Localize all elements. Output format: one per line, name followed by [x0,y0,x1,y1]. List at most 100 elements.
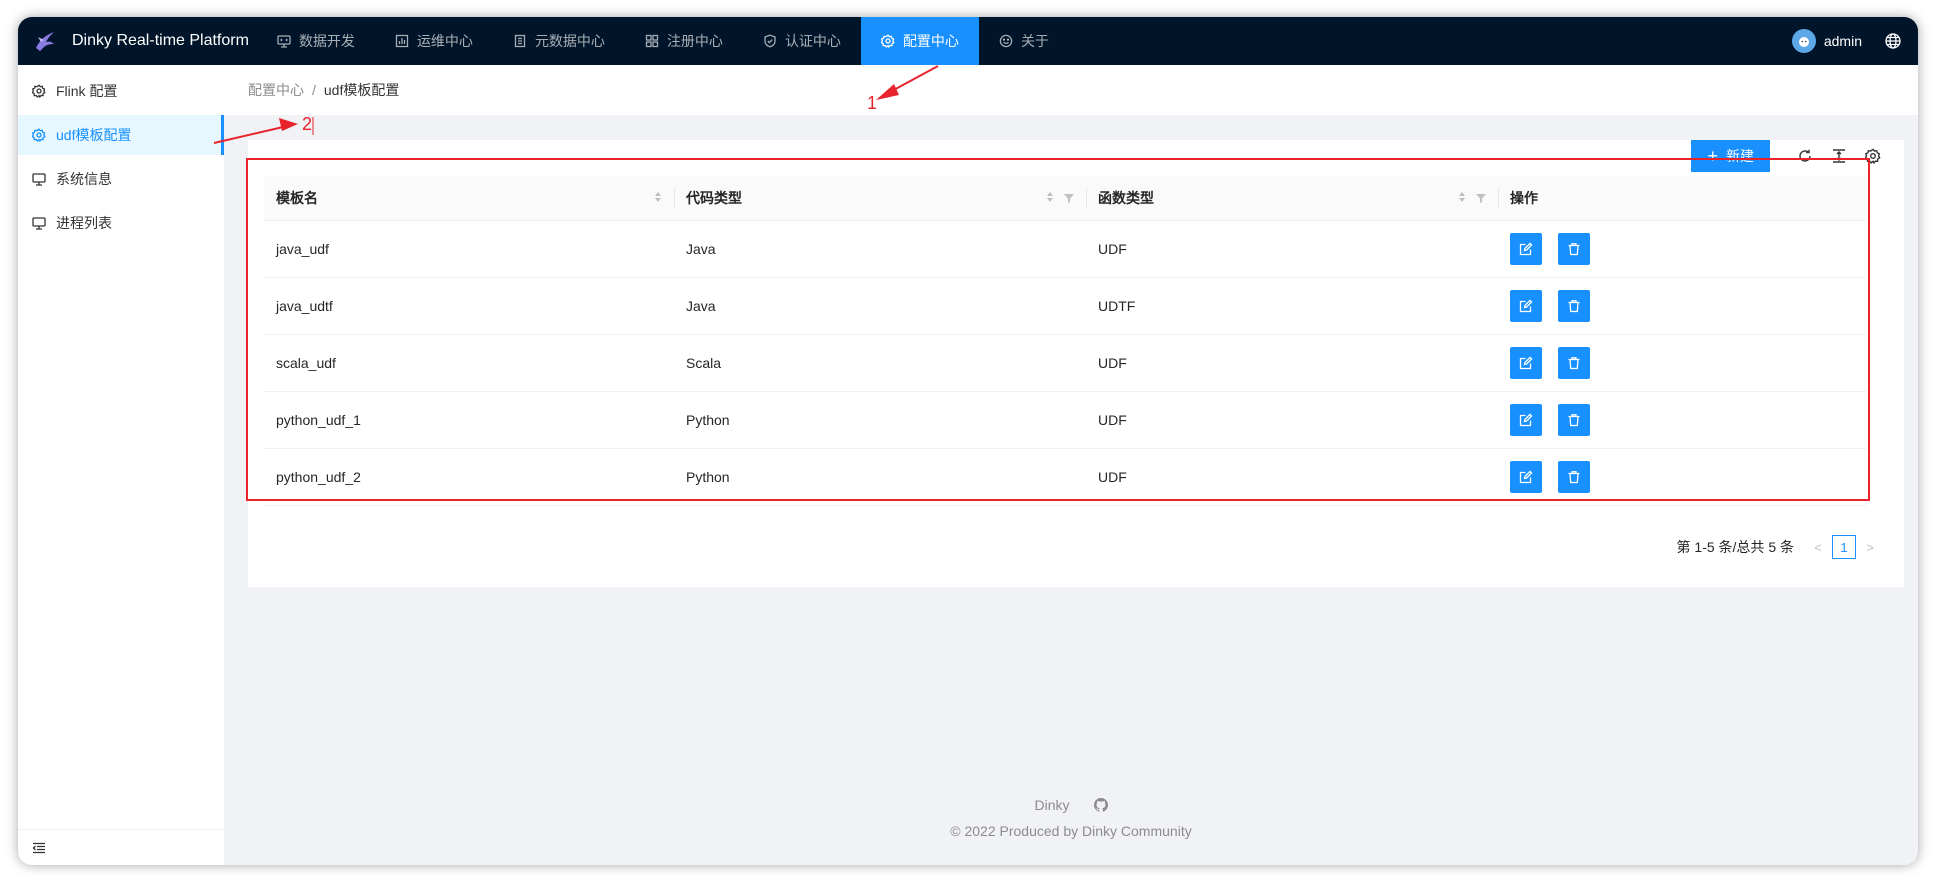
grid-icon [645,34,659,48]
user-menu[interactable]: admin [1791,29,1862,53]
pagination: 第 1-5 条/总共 5 条 < 1 > [1677,535,1880,559]
sidebar-item-system-info[interactable]: 系统信息 [18,159,224,199]
cell-code-type: Java [674,277,1086,335]
trash-icon [1567,470,1581,484]
desktop-icon [32,172,46,186]
sidebar-collapse-toggle[interactable] [18,829,224,865]
footer: Dinky © 2022 Produced by Dinky Community [224,797,1918,839]
copyright-text: 2022 Produced by Dinky Community [964,823,1192,839]
table-row: scala_udf Scala UDF [264,334,1866,392]
trash-icon [1567,413,1581,427]
table-row: java_udf Java UDF [264,220,1866,278]
top-navbar: Dinky Real-time Platform 数据开发 运维中心 元数据中心 [18,17,1918,65]
nav-item-config-center[interactable]: 配置中心 [860,17,979,65]
nav-item-devops-center[interactable]: 运维中心 [375,17,493,65]
cell-actions [1498,391,1866,449]
sort-icon[interactable] [1458,190,1466,206]
delete-button[interactable] [1557,289,1590,322]
app-window: Dinky Real-time Platform 数据开发 运维中心 元数据中心 [18,17,1918,865]
nav-item-label: 运维中心 [416,33,473,49]
udf-template-table: 模板名 代码类型 函数类型 操作 java_udf Java UDF java_… [264,176,1866,506]
gear-icon [32,84,46,98]
github-icon[interactable] [1093,798,1108,812]
edit-button[interactable] [1510,346,1542,379]
sort-icon[interactable] [654,190,662,206]
cell-actions [1498,277,1866,335]
cell-template-name: java_udf [264,220,674,278]
footer-link-dinky[interactable]: Dinky [1034,797,1069,813]
cell-code-type: Scala [674,334,1086,392]
nav-item-label: 数据开发 [298,33,355,49]
column-height-icon[interactable] [1822,140,1856,172]
edit-button[interactable] [1510,403,1542,436]
cell-template-name: scala_udf [264,334,674,392]
column-header-function-type[interactable]: 函数类型 [1086,176,1498,221]
cell-code-type: Java [674,220,1086,278]
nav-item-metadata-center[interactable]: 元数据中心 [493,17,625,65]
udf-template-card: + 新建 模板名 代码类型 函数类型 操作 java_udf Java UDF … [248,140,1904,587]
setting-icon[interactable] [1856,140,1890,172]
edit-icon [1519,412,1533,427]
nav-item-data-development[interactable]: 数据开发 [257,17,375,65]
delete-button[interactable] [1557,403,1590,436]
nav-item-about[interactable]: 关于 [979,17,1069,65]
column-header-label: 模板名 [276,189,318,206]
annotation-label-1: 1 [867,93,878,113]
sidebar-item-label: 进程列表 [56,215,112,231]
gear-icon [32,128,46,142]
column-header-label: 函数类型 [1098,189,1154,206]
breadcrumb-config-center[interactable]: 配置中心 [248,80,304,100]
column-header-code-type[interactable]: 代码类型 [674,176,1086,221]
shield-check-icon [763,34,777,48]
edit-icon [1519,355,1533,370]
footer-copyright: © 2022 Produced by Dinky Community [224,823,1918,839]
nav-item-label: 关于 [1020,33,1049,49]
cell-function-type: UDF [1086,220,1498,278]
reload-icon[interactable] [1788,140,1822,172]
sort-icon[interactable] [1046,190,1054,206]
cell-code-type: Python [674,448,1086,506]
column-header-actions: 操作 [1498,176,1866,221]
filter-icon[interactable] [1064,190,1074,206]
pagination-next-icon[interactable]: > [1860,540,1880,555]
language-globe-icon[interactable] [1884,32,1902,50]
breadcrumb-current: udf模板配置 [323,82,400,98]
avatar [1791,29,1816,53]
delete-button[interactable] [1557,232,1590,265]
new-button-label: 新建 [1726,148,1754,164]
smile-icon [999,34,1013,48]
cell-actions [1498,220,1866,278]
table-row: python_udf_1 Python UDF [264,391,1866,449]
sidebar-item-process-list[interactable]: 进程列表 [18,203,224,243]
column-header-template-name[interactable]: 模板名 [264,176,674,221]
dinky-logo[interactable] [18,17,72,65]
gear-icon [880,34,895,48]
cell-template-name: python_udf_1 [264,391,674,449]
edit-icon [1519,241,1533,256]
edit-button[interactable] [1510,232,1542,265]
pagination-page-1[interactable]: 1 [1832,535,1856,559]
sidebar-item-udf-template-config[interactable]: udf模板配置 [18,115,224,155]
filter-icon[interactable] [1476,190,1486,206]
delete-button[interactable] [1557,346,1590,379]
delete-button[interactable] [1557,460,1590,493]
sidebar-item-label: Flink 配置 [56,83,118,99]
table-header-row: 模板名 代码类型 函数类型 操作 [264,176,1866,221]
table-row: java_udtf Java UDTF [264,277,1866,335]
pagination-prev-icon[interactable]: < [1808,540,1828,555]
header-right: admin [1791,17,1918,65]
nav-item-registry-center[interactable]: 注册中心 [625,17,743,65]
sidebar-item-label: udf模板配置 [56,127,132,143]
column-header-label: 操作 [1510,189,1538,206]
nav-item-auth-center[interactable]: 认证中心 [743,17,861,65]
edit-button[interactable] [1510,460,1542,493]
edit-icon [1519,469,1533,484]
new-template-button[interactable]: + 新建 [1691,140,1770,172]
cell-template-name: java_udtf [264,277,674,335]
sidebar: Flink 配置 udf模板配置 系统信息 进程列表 [18,65,224,865]
edit-button[interactable] [1510,289,1542,322]
annotation-label-2: 2 [302,114,313,134]
database-list-icon [513,34,527,48]
user-name: admin [1823,33,1862,49]
sidebar-item-flink-config[interactable]: Flink 配置 [18,71,224,111]
